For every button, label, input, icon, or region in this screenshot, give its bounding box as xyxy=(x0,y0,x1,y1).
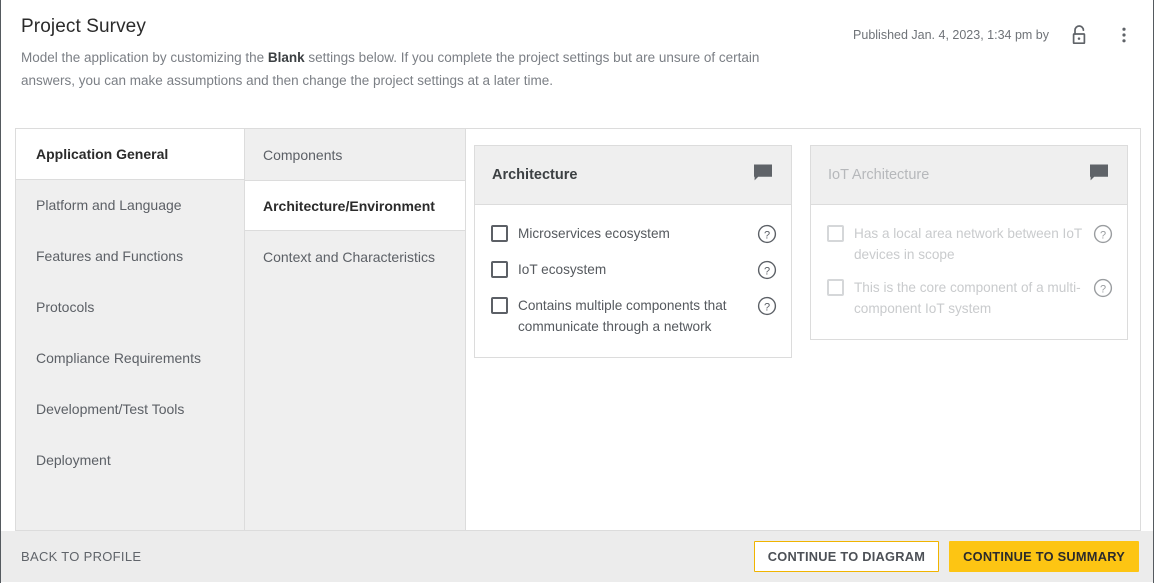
subsection-item-components[interactable]: Components xyxy=(245,129,465,180)
section-label: Platform and Language xyxy=(36,197,182,213)
help-circle-icon[interactable]: ? xyxy=(757,224,777,244)
help-circle-icon[interactable]: ? xyxy=(757,296,777,316)
svg-text:?: ? xyxy=(764,265,770,277)
svg-text:?: ? xyxy=(764,301,770,313)
comment-icon[interactable] xyxy=(752,163,774,188)
sidebar-item-compliance-requirements[interactable]: Compliance Requirements xyxy=(16,333,244,384)
subsection-label: Components xyxy=(263,147,342,163)
checkbox-core-component-iot-system xyxy=(827,279,844,296)
help-circle-icon[interactable]: ? xyxy=(1093,224,1113,244)
section-label: Features and Functions xyxy=(36,248,183,264)
sidebar-item-deployment[interactable]: Deployment xyxy=(16,435,244,486)
help-circle-icon[interactable]: ? xyxy=(1093,278,1113,298)
survey-card: Application General Platform and Languag… xyxy=(15,128,1141,531)
app-root: Project Survey Model the application by … xyxy=(0,0,1154,583)
section-list: Application General Platform and Languag… xyxy=(16,129,245,530)
question-card-title: IoT Architecture xyxy=(828,167,929,183)
question-label: Contains multiple components that commun… xyxy=(518,295,747,337)
section-label: Compliance Requirements xyxy=(36,350,201,366)
question-row[interactable]: IoT ecosystem ? xyxy=(487,253,779,289)
svg-text:?: ? xyxy=(764,229,770,241)
question-card-body: Microservices ecosystem ? IoT ecosystem xyxy=(475,205,791,357)
back-to-profile-link[interactable]: BACK TO PROFILE xyxy=(21,549,141,564)
question-row[interactable]: Contains multiple components that commun… xyxy=(487,289,779,343)
question-row: This is the core component of a multi-co… xyxy=(823,271,1115,325)
question-card-title: Architecture xyxy=(492,167,577,183)
unlock-icon[interactable] xyxy=(1067,22,1093,48)
question-label: This is the core component of a multi-co… xyxy=(854,277,1083,319)
continue-to-diagram-button[interactable]: CONTINUE TO DIAGRAM xyxy=(754,541,939,572)
section-label: Deployment xyxy=(36,452,111,468)
question-card-body: Has a local area network between IoT dev… xyxy=(811,205,1127,339)
question-row: Has a local area network between IoT dev… xyxy=(823,217,1115,271)
section-label: Protocols xyxy=(36,299,94,315)
footer-actions: CONTINUE TO DIAGRAM CONTINUE TO SUMMARY xyxy=(754,541,1139,572)
published-timestamp: Published Jan. 4, 2023, 1:34 pm by xyxy=(853,28,1049,42)
question-label: Microservices ecosystem xyxy=(518,223,747,244)
continue-to-summary-button[interactable]: CONTINUE TO SUMMARY xyxy=(949,541,1139,572)
sidebar-item-protocols[interactable]: Protocols xyxy=(16,282,244,333)
subsection-item-context-and-characteristics[interactable]: Context and Characteristics xyxy=(245,231,465,282)
svg-text:?: ? xyxy=(1100,283,1106,295)
page-description-pre: Model the application by customizing the xyxy=(21,50,268,65)
svg-text:?: ? xyxy=(1100,229,1106,241)
question-label: Has a local area network between IoT dev… xyxy=(854,223,1083,265)
question-row[interactable]: Microservices ecosystem ? xyxy=(487,217,779,253)
sidebar-item-features-and-functions[interactable]: Features and Functions xyxy=(16,231,244,282)
page-header: Project Survey Model the application by … xyxy=(1,0,1153,118)
sidebar-item-development-test-tools[interactable]: Development/Test Tools xyxy=(16,384,244,435)
question-card-header: IoT Architecture xyxy=(811,146,1127,205)
page-description-emphasis: Blank xyxy=(268,50,305,65)
question-card-iot-architecture: IoT Architecture Has a local area networ… xyxy=(810,145,1128,340)
subsection-item-architecture-environment[interactable]: Architecture/Environment xyxy=(245,180,465,231)
subsection-label: Architecture/Environment xyxy=(263,198,435,214)
question-card-header: Architecture xyxy=(475,146,791,205)
question-groups: Architecture Microservices ecosystem xyxy=(466,129,1141,530)
section-label: Development/Test Tools xyxy=(36,401,184,417)
header-meta: Published Jan. 4, 2023, 1:34 pm by xyxy=(853,22,1137,48)
footer-bar: BACK TO PROFILE CONTINUE TO DIAGRAM CONT… xyxy=(1,531,1153,582)
checkbox-iot-ecosystem[interactable] xyxy=(491,261,508,278)
checkbox-multiple-components-network[interactable] xyxy=(491,297,508,314)
subsection-label: Context and Characteristics xyxy=(263,249,435,265)
comment-icon[interactable] xyxy=(1088,163,1110,188)
checkbox-local-area-network-iot xyxy=(827,225,844,242)
sidebar-item-application-general[interactable]: Application General xyxy=(16,129,244,180)
subsection-list: Components Architecture/Environment Cont… xyxy=(245,129,466,530)
checkbox-microservices-ecosystem[interactable] xyxy=(491,225,508,242)
more-vertical-icon[interactable] xyxy=(1111,22,1137,48)
question-label: IoT ecosystem xyxy=(518,259,747,280)
section-label: Application General xyxy=(36,146,168,162)
help-circle-icon[interactable]: ? xyxy=(757,260,777,280)
question-card-architecture: Architecture Microservices ecosystem xyxy=(474,145,792,358)
sidebar-item-platform-and-language[interactable]: Platform and Language xyxy=(16,180,244,231)
page-description: Model the application by customizing the… xyxy=(21,46,811,92)
